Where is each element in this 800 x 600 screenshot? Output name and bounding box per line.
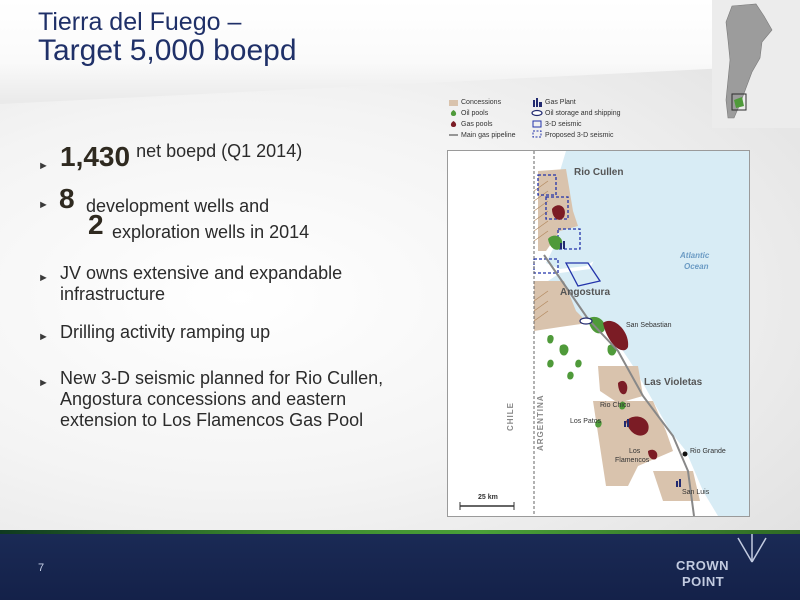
slide: Tierra del Fuego – Target 5,000 boepd ► … [0,0,800,600]
label-ocean: Ocean [684,262,709,271]
development-wells-count: 8 [59,183,75,214]
net-boepd-value: 1,430 [60,141,131,172]
label-san-sebastian: San Sebastian [626,322,672,329]
label-atlantic: Atlantic [680,251,710,260]
exploration-wells-count: 2 [88,209,104,240]
label-chile: CHILE [506,402,515,431]
rio-grande-city-dot [682,451,688,457]
legend-concessions: Concessions [461,99,502,106]
argentina-inset-map [712,0,800,128]
crown-point-logo: CROWN POINT [676,534,770,592]
bullet-arrow-icon: ► [38,199,49,211]
bullet-wells: ► 8 development wells and 2 exploration … [38,183,400,246]
label-los-patos: Los Patos [570,418,602,425]
logo-point: POINT [682,574,725,589]
label-rio-grande: Rio Grande [690,448,726,455]
bullet-arrow-icon: ► [38,272,49,284]
label-los-flamencos-line2: Flamencos [615,457,650,464]
label-angostura: Angostura [560,287,610,298]
label-las-violetas: Las Violetas [644,377,703,388]
legend-main-gas-pipeline: Main gas pipeline [461,132,516,139]
legend-3d-seismic: 3-D seismic [545,121,582,128]
bullet-net-boepd: ► 1,430 net boepd (Q1 2014) [38,141,302,172]
oil-storage-icon [531,109,543,117]
net-boepd-label: net boepd (Q1 2014) [136,141,303,161]
bullet-drilling: ► Drilling activity ramping up [38,322,390,343]
oil-storage-icon [579,317,593,325]
map-graphic [448,151,749,516]
logo-crown: CROWN [676,558,730,573]
bullet-arrow-icon: ► [38,160,49,172]
label-los-flamencos-line1: Los [629,448,641,455]
title-line-1: Tierra del Fuego – [38,8,242,36]
legend-oil-storage: Oil storage and shipping [545,110,621,117]
drilling-text: Drilling activity ramping up [60,322,271,342]
tierra-del-fuego-map: Rio Cullen Atlantic Ocean Angostura San … [447,150,750,517]
bullet-seismic: ► New 3-D seismic planned for Rio Cullen… [38,368,405,431]
bullet-arrow-icon: ► [38,377,49,389]
map-legend: Concessions Oil pools Gas pools Main gas… [447,97,657,147]
title-line-2: Target 5,000 boepd [38,34,297,67]
bullet-infrastructure: ► JV owns extensive and expandable infra… [38,263,390,305]
bullet-arrow-icon: ► [38,331,49,343]
label-rio-chico: Rio Chico [600,402,631,409]
legend-gas-pools: Gas pools [461,121,493,128]
label-argentina: ARGENTINA [536,394,545,451]
legend-gas-plant: Gas Plant [545,99,576,106]
label-san-luis: San Luis [682,489,710,496]
crown-point-logo-mark [737,534,767,563]
exploration-wells-label: exploration wells in 2014 [112,222,310,242]
legend-proposed-3d-seismic: Proposed 3-D seismic [545,132,614,139]
label-scale: 25 km [478,494,498,501]
legend-oil-pools: Oil pools [461,110,489,117]
label-rio-cullen: Rio Cullen [574,167,624,178]
infrastructure-text: JV owns extensive and expandable infrast… [60,263,343,304]
development-wells-label: development wells and [86,196,270,216]
seismic-text: New 3-D seismic planned for Rio Cullen, … [60,368,384,430]
page-number: 7 [38,562,45,574]
gas-plant-icon [533,98,542,107]
